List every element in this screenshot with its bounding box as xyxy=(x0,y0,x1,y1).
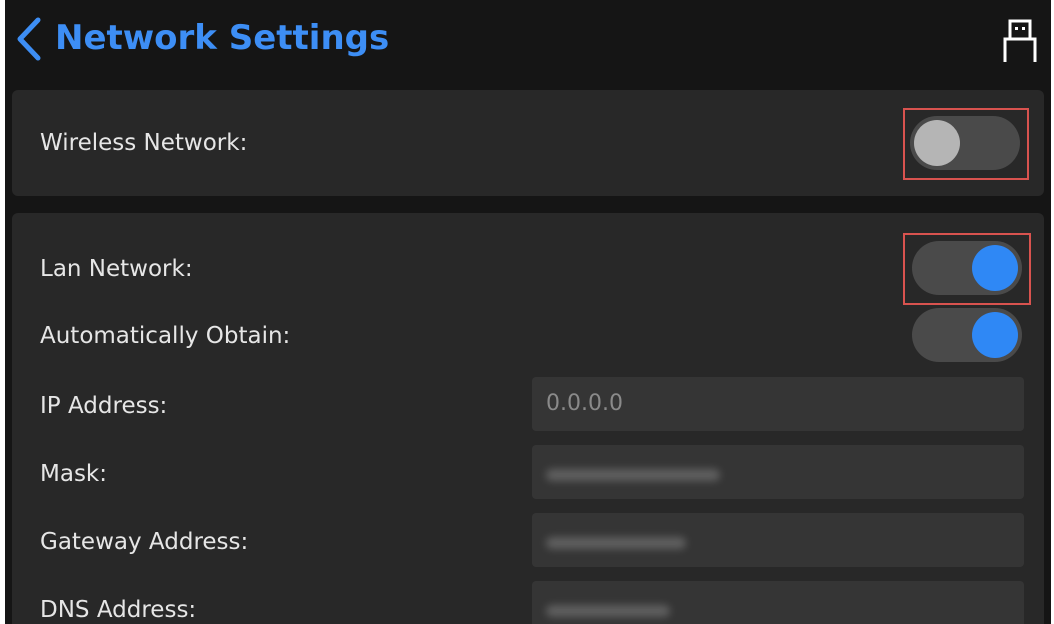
lan-card: Lan Network: Automatically Obtain: IP Ad… xyxy=(12,213,1044,624)
gateway-address-field[interactable] xyxy=(532,513,1024,567)
usb-icon xyxy=(1003,19,1037,62)
toggle-knob xyxy=(972,245,1018,291)
lan-network-label: Lan Network: xyxy=(40,256,193,282)
back-button[interactable] xyxy=(11,14,49,64)
gateway-address-label: Gateway Address: xyxy=(40,529,249,555)
dns-value-redacted xyxy=(546,605,670,617)
toggle-knob xyxy=(914,120,960,166)
gateway-value-redacted xyxy=(546,537,686,549)
dns-address-field[interactable] xyxy=(532,581,1024,624)
chevron-left-icon xyxy=(17,17,41,61)
usb-button[interactable] xyxy=(1003,18,1037,64)
header: Network Settings xyxy=(5,0,1051,80)
auto-obtain-label: Automatically Obtain: xyxy=(40,323,291,349)
mask-value-redacted xyxy=(546,469,720,481)
lan-network-toggle[interactable] xyxy=(912,241,1022,295)
mask-label: Mask: xyxy=(40,461,107,487)
ip-address-label: IP Address: xyxy=(40,393,168,419)
mask-field[interactable] xyxy=(532,445,1024,499)
ip-address-field[interactable]: 0.0.0.0 xyxy=(532,377,1024,431)
dns-address-label: DNS Address: xyxy=(40,597,197,623)
screen: Network Settings Wireless Network: Lan N… xyxy=(5,0,1051,624)
page-title: Network Settings xyxy=(55,18,390,58)
toggle-knob xyxy=(972,312,1018,358)
wireless-card: Wireless Network: xyxy=(12,90,1044,196)
wireless-network-toggle[interactable] xyxy=(910,116,1020,170)
ip-address-value: 0.0.0.0 xyxy=(546,391,623,416)
wireless-network-label: Wireless Network: xyxy=(40,130,248,156)
auto-obtain-toggle[interactable] xyxy=(912,308,1022,362)
